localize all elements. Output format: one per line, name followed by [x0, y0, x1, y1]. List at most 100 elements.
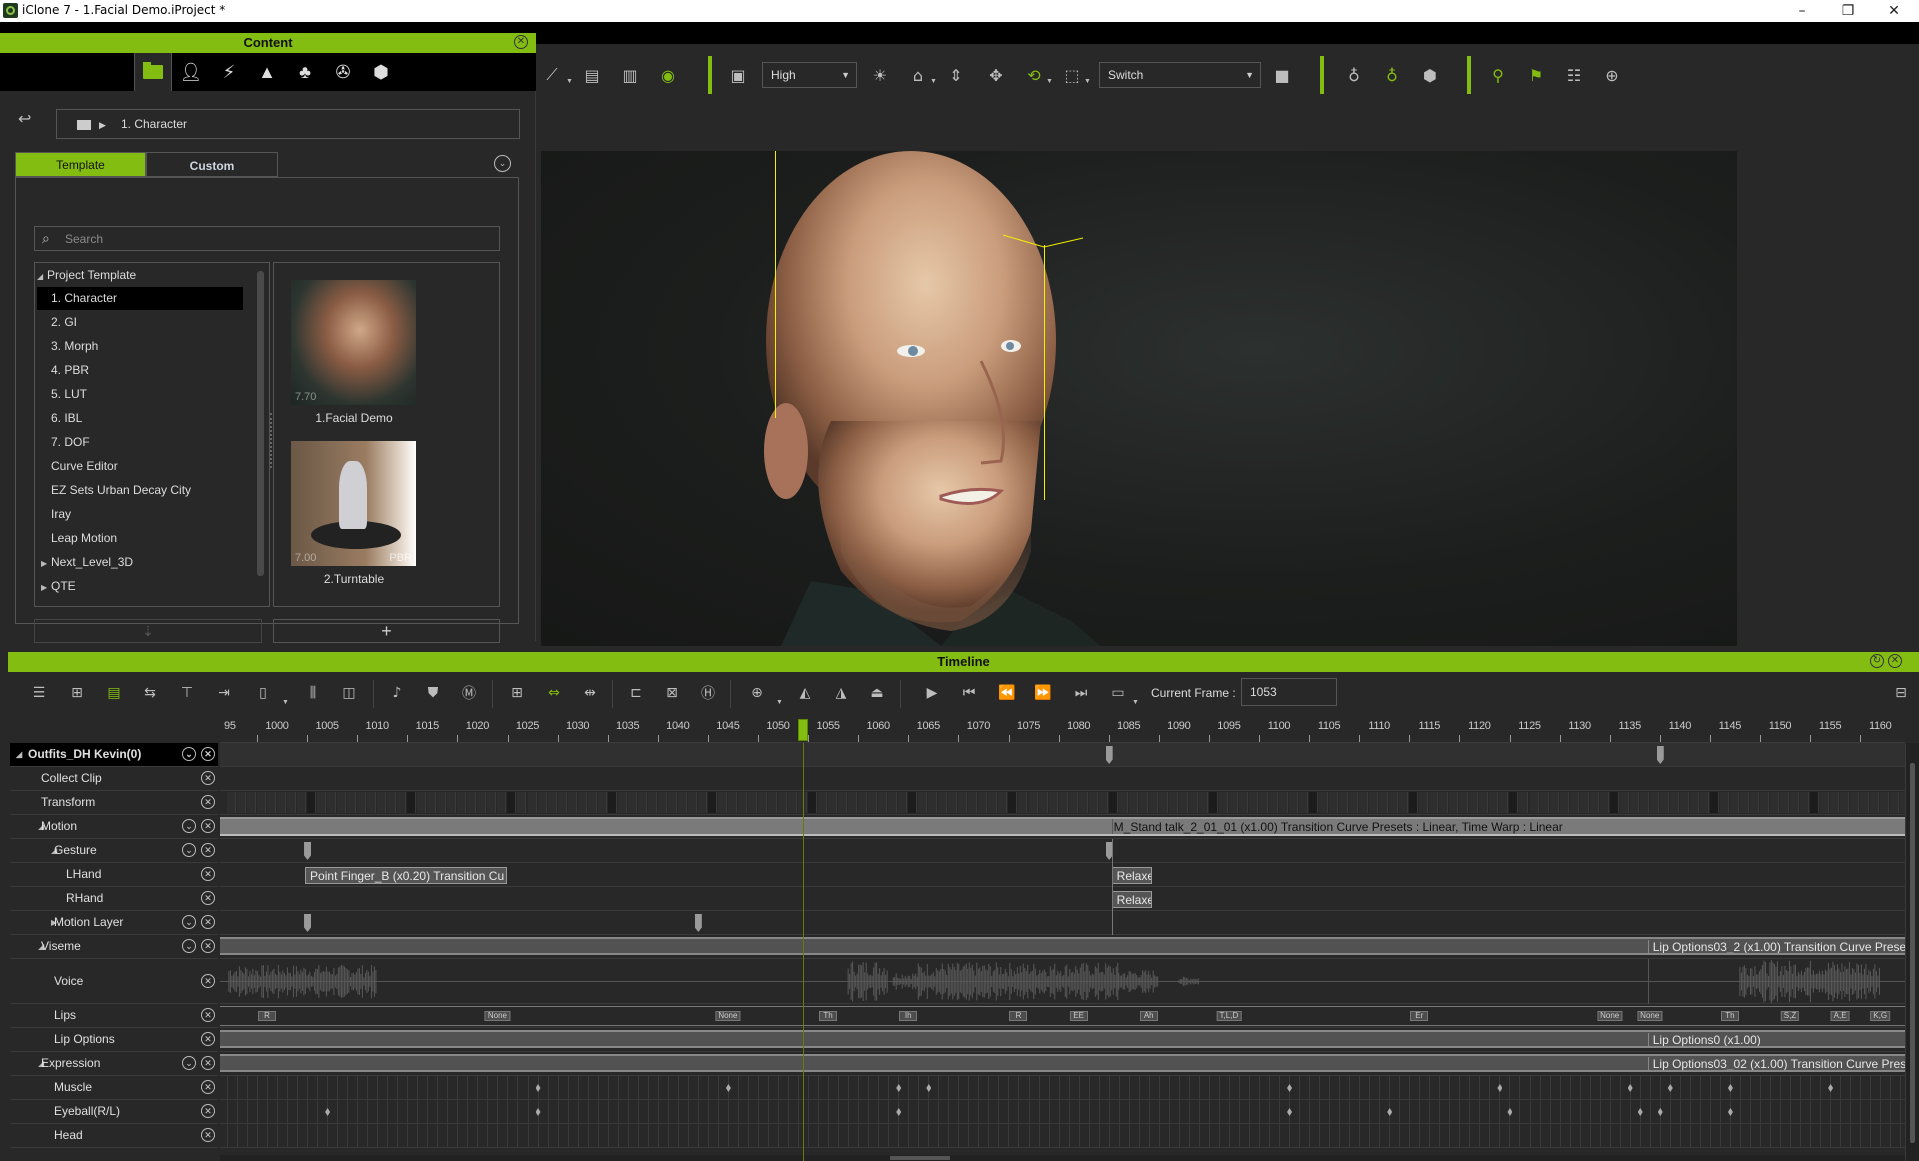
- track-row-transform[interactable]: Transform ✕: [10, 791, 218, 815]
- expanded-triangle-icon[interactable]: ◢: [16, 743, 22, 766]
- track-row-gesture[interactable]: ◢ Gesture ⌄ ✕: [10, 839, 218, 863]
- remove-track-icon[interactable]: ✕: [201, 1008, 215, 1022]
- viseme-tag[interactable]: EE: [1069, 1011, 1088, 1021]
- trim-clip-icon[interactable]: ◫: [338, 682, 360, 704]
- tree-item[interactable]: ▶ Next_Level_3D: [37, 551, 243, 574]
- play-icon[interactable]: ▶: [921, 682, 943, 704]
- track-lane[interactable]: [220, 1076, 1905, 1100]
- track-row-head[interactable]: Head ✕: [10, 1124, 218, 1148]
- import-button[interactable]: ⇣: [34, 619, 262, 643]
- split-clip-icon[interactable]: ⫼: [302, 682, 324, 704]
- refresh-icon[interactable]: ↻: [1870, 654, 1884, 668]
- camera-switch-select[interactable]: Switch ▼: [1099, 62, 1261, 88]
- current-frame-input[interactable]: [1241, 678, 1337, 706]
- track-lane[interactable]: [220, 1124, 1905, 1148]
- tab-props[interactable]: ⬢: [362, 53, 400, 91]
- timeline-vertical-scrollbar[interactable]: [1905, 743, 1919, 1161]
- restore-button[interactable]: ❐: [1826, 0, 1870, 22]
- render-quality-select[interactable]: High ▼: [762, 62, 857, 88]
- track-row-collect-clip[interactable]: Collect Clip ✕: [10, 767, 218, 791]
- back-button[interactable]: ↩: [18, 109, 40, 129]
- motion-icon[interactable]: Ⓜ: [458, 682, 480, 704]
- remove-track-icon[interactable]: ✕: [201, 973, 215, 988]
- close-panel-icon[interactable]: ✕: [1888, 654, 1902, 668]
- cubes-icon[interactable]: ⬢: [1418, 63, 1442, 87]
- video-camera-icon[interactable]: ■: [1270, 63, 1294, 87]
- remove-track-icon[interactable]: ✕: [201, 843, 215, 857]
- insert-frame-icon[interactable]: ⊏: [625, 682, 647, 704]
- viseme-tag[interactable]: S,Z: [1780, 1011, 1800, 1021]
- playhead-marker[interactable]: [798, 719, 809, 741]
- collapse-track-icon[interactable]: ⌄: [182, 819, 196, 833]
- viseme-tag[interactable]: None: [1597, 1011, 1623, 1021]
- filter-track-icon[interactable]: ⊞: [66, 682, 88, 704]
- collapsed-triangle-icon[interactable]: ▶: [41, 552, 51, 575]
- home-camera-icon[interactable]: ⌂: [906, 63, 930, 87]
- bone-pose-icon[interactable]: ♁: [1342, 63, 1366, 87]
- voice-waveform[interactable]: [220, 959, 1905, 1004]
- tree-item[interactable]: Leap Motion: [37, 527, 243, 550]
- track-lane[interactable]: [220, 839, 1905, 863]
- viseme-tag[interactable]: Er: [1410, 1011, 1429, 1021]
- visibility-eye-icon[interactable]: ◉: [656, 63, 680, 87]
- tree-item[interactable]: 3. Morph: [37, 335, 243, 358]
- close-window-button[interactable]: ✕: [1872, 0, 1916, 22]
- collapsed-triangle-icon[interactable]: ▶: [41, 576, 51, 599]
- pan-move-icon[interactable]: ✥: [984, 63, 1008, 87]
- chevron-down-icon[interactable]: ▼: [282, 699, 289, 706]
- chevron-down-icon[interactable]: ▼: [566, 78, 573, 85]
- viseme-tag[interactable]: None: [1637, 1011, 1663, 1021]
- viseme-tag[interactable]: Ih: [899, 1011, 918, 1021]
- align-attach-icon[interactable]: ▥: [618, 63, 642, 87]
- rotate-camera-icon[interactable]: ⟲: [1022, 63, 1046, 87]
- tree-item[interactable]: Iray: [37, 503, 243, 526]
- remove-track-icon[interactable]: ✕: [201, 891, 215, 905]
- tree-item[interactable]: 4. PBR: [37, 359, 243, 382]
- viseme-tag[interactable]: T,L,D: [1216, 1011, 1242, 1021]
- delete-frame-icon[interactable]: ⊠: [661, 682, 683, 704]
- chevron-down-icon[interactable]: ▼: [1084, 78, 1091, 85]
- transition-icon[interactable]: ⛊: [422, 682, 444, 704]
- timeline-horizontal-scrollbar[interactable]: [220, 1155, 1905, 1161]
- track-lane[interactable]: [220, 743, 1905, 767]
- tab-project-folder[interactable]: [134, 53, 172, 91]
- track-row-voice[interactable]: Voice ✕: [10, 959, 218, 1004]
- track-row-lips[interactable]: Lips ✕: [10, 1004, 218, 1028]
- track-row-eyeball-r-l-[interactable]: Eyeball(R/L) ✕: [10, 1100, 218, 1124]
- rhand-clip[interactable]: Relaxe: [1111, 891, 1152, 908]
- collapse-track-icon[interactable]: ⌄: [182, 915, 196, 929]
- move-track-icon[interactable]: ⇆: [139, 682, 161, 704]
- tree-item[interactable]: 1. Character: [37, 287, 243, 310]
- prev-key-icon[interactable]: ◭: [794, 682, 816, 704]
- viseme-tag[interactable]: A,E: [1830, 1011, 1850, 1021]
- tab-animation[interactable]: ⚡︎: [210, 53, 248, 91]
- remove-track-icon[interactable]: ✕: [201, 939, 215, 953]
- add-track-icon[interactable]: ⊤: [176, 682, 198, 704]
- thumbnail-turntable[interactable]: 7.00 PBR: [291, 441, 416, 566]
- viseme-tag[interactable]: Ah: [1139, 1011, 1158, 1021]
- remove-track-icon[interactable]: ✕: [201, 1032, 215, 1046]
- pick-parent-icon[interactable]: ⟋: [540, 63, 564, 87]
- track-row-outfits-dh-kevin-0-[interactable]: ◢ Outfits_DH Kevin(0) ⌄ ✕: [10, 743, 218, 767]
- viseme-clip[interactable]: Lip Options03_2 (x1.00) Transition Curve…: [220, 937, 1905, 955]
- track-row-lip-options[interactable]: Lip Options ✕: [10, 1028, 218, 1052]
- remove-track-icon[interactable]: ✕: [201, 771, 215, 785]
- loop-icon[interactable]: ▭: [1107, 682, 1129, 704]
- chevron-down-icon[interactable]: ▼: [1132, 699, 1139, 706]
- previous-frame-icon[interactable]: ⏪: [996, 682, 1018, 704]
- frame-selected-icon[interactable]: ⬚: [1060, 63, 1084, 87]
- viseme-tag[interactable]: K,G: [1870, 1011, 1891, 1021]
- add-button[interactable]: +: [273, 619, 500, 643]
- add-point-icon[interactable]: ⊕: [1600, 63, 1624, 87]
- thumbnail-facial-demo[interactable]: 7.70: [291, 280, 416, 405]
- zoom-icon[interactable]: ⊕: [746, 682, 768, 704]
- tab-stage[interactable]: ▲: [248, 53, 286, 91]
- chevron-down-icon[interactable]: ▼: [776, 699, 783, 706]
- viseme-tag[interactable]: R: [1009, 1011, 1028, 1021]
- track-lane[interactable]: [220, 767, 1905, 791]
- search-input[interactable]: [65, 229, 485, 248]
- viewport-layout-icon[interactable]: ▣: [726, 63, 750, 87]
- timeline-ruler[interactable]: 95 1000 1005 1010 1015 1020 1025 1030 1035 1040 10…: [220, 716, 1905, 743]
- stretch-range-icon[interactable]: ⇹: [579, 682, 601, 704]
- lhand-clip[interactable]: Relaxe: [1111, 867, 1152, 884]
